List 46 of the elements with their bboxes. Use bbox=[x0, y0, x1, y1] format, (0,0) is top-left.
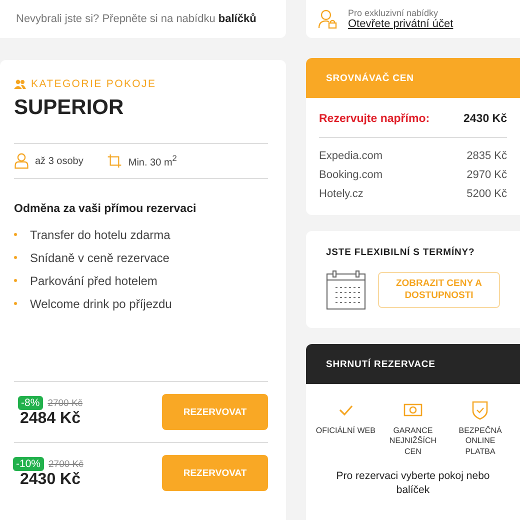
site-price: 2970 Kč bbox=[466, 168, 507, 180]
site-price: 2835 Kč bbox=[466, 150, 507, 162]
room-name: SUPERIOR bbox=[14, 96, 125, 120]
category-label: KATEGORIE POKOJE bbox=[31, 78, 156, 90]
site-name: Expedia.com bbox=[319, 150, 383, 162]
summary-title: SHRNUTÍ REZERVACE bbox=[326, 358, 436, 370]
feature-text: Min. 30 m$^{2}$ bbox=[128, 153, 177, 169]
reward-item: Parkování před hotelem bbox=[30, 274, 158, 288]
reward-item: Welcome drink po příjezdu bbox=[30, 296, 172, 310]
bullet-icon bbox=[14, 256, 17, 259]
reserve-button[interactable]: REZERVOVAT bbox=[162, 394, 268, 430]
price: 2430 Kč bbox=[20, 471, 82, 489]
shield-icon bbox=[470, 400, 490, 420]
old-price: 2700 Kč bbox=[48, 398, 83, 408]
bullet-icon bbox=[14, 233, 17, 236]
summary-note: Pro rezervaci vyberte pokoj nebo balíček bbox=[335, 469, 491, 498]
crop-icon bbox=[107, 153, 122, 169]
badge-label: GARANCE NEJNIŽŠÍCH CEN bbox=[388, 426, 438, 458]
reward-item: Snídaně v ceně rezervace bbox=[30, 250, 170, 264]
person-icon bbox=[14, 153, 29, 169]
comparison-title: SROVNÁVAČ CEN bbox=[326, 72, 414, 84]
reserve-button[interactable]: REZERVOVAT bbox=[162, 455, 268, 491]
banner-text: Nevybrali jste si? Přepněte si na nabídku balíčků bbox=[16, 13, 256, 25]
reward-heading: Odměna za vaši přímou rezervaci bbox=[14, 203, 198, 215]
flexible-heading: JSTE FLEXIBILNÍ S TERMÍNY? bbox=[326, 247, 476, 258]
badge-label: BEZPEČNÁ ONLINE PLATBA bbox=[458, 426, 503, 458]
bullet-icon bbox=[14, 279, 17, 282]
user-lock-icon bbox=[318, 9, 338, 29]
site-name: Hotely.cz bbox=[319, 188, 364, 200]
calendar-icon bbox=[326, 270, 366, 310]
badge-label: OFICIÁLNÍ WEB bbox=[316, 426, 376, 436]
account-caption: Pro exkluzivní nabídky bbox=[348, 8, 440, 18]
reward-item: Transfer do hotelu zdarma bbox=[30, 228, 170, 242]
direct-price: 2430 Kč bbox=[464, 113, 507, 125]
site-price: 5200 Kč bbox=[466, 188, 507, 200]
account-link[interactable]: Otevřete privátní účet bbox=[348, 18, 454, 30]
feature-text: až 3 osoby bbox=[35, 156, 84, 166]
discount-badge: -8% bbox=[18, 396, 43, 410]
people-icon bbox=[14, 79, 26, 89]
site-name: Booking.com bbox=[319, 168, 383, 180]
show-prices-button[interactable]: ZOBRAZIT CENY A DOSTUPNOSTI bbox=[378, 272, 500, 308]
old-price: 2700 Kč bbox=[48, 458, 84, 470]
bullet-icon bbox=[14, 302, 17, 305]
discount-badge: -10% bbox=[13, 457, 44, 471]
price: 2484 Kč bbox=[20, 410, 82, 428]
direct-label: Rezervujte napřímo: bbox=[319, 113, 430, 125]
